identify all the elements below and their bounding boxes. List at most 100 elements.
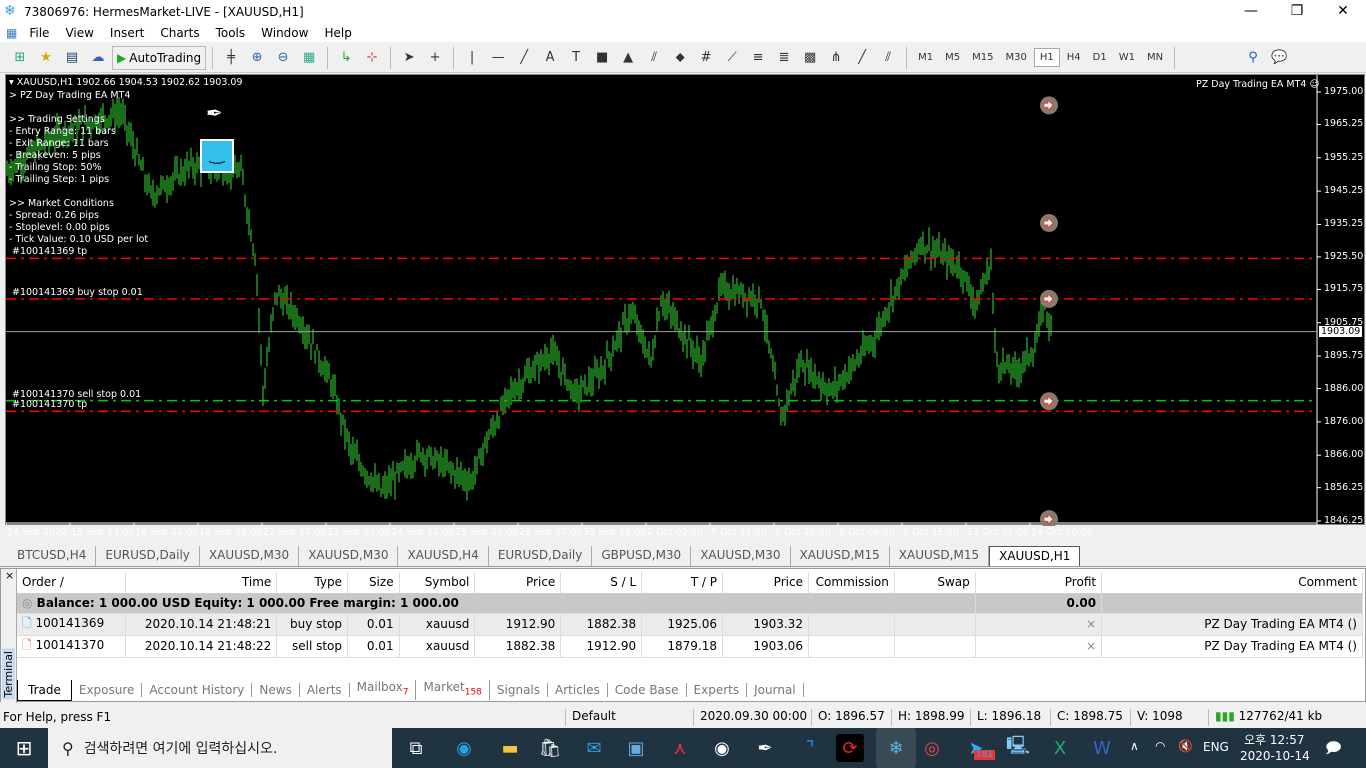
vertical-line-icon[interactable]: | (460, 46, 484, 70)
fibo-fan-icon[interactable]: ⟋ (720, 46, 744, 70)
column-header[interactable]: Commission (808, 572, 895, 594)
terminal-tab[interactable]: Code Base (608, 683, 687, 697)
chart-shift-icon[interactable]: ⊹ (360, 46, 384, 70)
menu-window[interactable]: Window (253, 26, 316, 40)
chart-tab[interactable]: XAUUSD,M30 (691, 546, 791, 566)
chart-tab[interactable]: XAUUSD,H1 (989, 546, 1081, 566)
timeframe-h4[interactable]: H4 (1062, 49, 1086, 66)
column-header[interactable]: Swap (894, 572, 976, 594)
equidistant-channel-icon[interactable]: ⫽ (876, 46, 900, 70)
chart-doc-icon[interactable]: ▦ (0, 26, 21, 40)
profiles-icon[interactable]: ★ (34, 46, 58, 70)
arrows-icon[interactable]: ⬥ (668, 46, 692, 70)
timeframe-w1[interactable]: W1 (1114, 49, 1140, 66)
terminal-tab[interactable]: Articles (548, 683, 608, 697)
chart-tab[interactable]: BTCUSD,H4 (8, 546, 97, 566)
autotrading-button[interactable]: ▶ AutoTrading (112, 45, 207, 70)
terminal-tab[interactable]: Trade (17, 679, 72, 701)
fibo-arcs-icon[interactable]: ≣ (772, 46, 796, 70)
file-explorer-icon[interactable]: ▬ (496, 734, 524, 762)
menu-tools[interactable]: Tools (208, 26, 254, 40)
excel-icon[interactable]: X (1046, 734, 1074, 762)
timeframe-d1[interactable]: D1 (1088, 49, 1112, 66)
chart-tab[interactable]: EURUSD,Daily (489, 546, 593, 566)
app-icon[interactable]: ▣ (622, 734, 650, 762)
column-header[interactable]: Comment (1101, 572, 1363, 594)
app-corner-icon[interactable]: ⌝ (796, 734, 824, 762)
market-watch-icon[interactable]: ▤ (60, 46, 84, 70)
new-chart-icon[interactable]: ⊞ (8, 46, 32, 70)
task-view-icon[interactable]: ⧉ (402, 734, 430, 762)
timeframe-mn[interactable]: MN (1142, 49, 1168, 66)
clock-date[interactable]: 2020-10-14 (1240, 749, 1310, 763)
column-header[interactable]: Price (722, 572, 809, 594)
rectangle-icon[interactable]: ■ (590, 46, 614, 70)
fibo-expansion-icon[interactable]: # (694, 46, 718, 70)
menu-file[interactable]: File (21, 26, 57, 40)
terminal-tab[interactable]: Exposure (72, 683, 143, 697)
zoom-in-icon[interactable]: ⊕ (245, 46, 269, 70)
terminal-tab[interactable]: Experts (687, 683, 748, 697)
timeframe-m30[interactable]: M30 (1000, 49, 1031, 66)
column-header[interactable]: Symbol (399, 572, 476, 594)
word-icon[interactable]: W (1088, 734, 1116, 762)
triangle-icon[interactable]: ▲ (616, 46, 640, 70)
restore-button[interactable]: ❐ (1274, 0, 1320, 24)
terminal-tab[interactable]: News (252, 683, 300, 697)
column-header[interactable]: Size (347, 572, 400, 594)
chart-tab[interactable]: EURUSD,Daily (96, 546, 200, 566)
acrobat-icon[interactable]: ⋏ (666, 734, 694, 762)
menu-charts[interactable]: Charts (152, 26, 207, 40)
auto-scroll-icon[interactable]: ↳ (334, 46, 358, 70)
menu-insert[interactable]: Insert (102, 26, 152, 40)
column-header[interactable]: Order / (17, 572, 126, 594)
menu-view[interactable]: View (57, 26, 101, 40)
metatrader-snowflake-icon[interactable]: ❄ (876, 728, 916, 768)
tile-windows-icon[interactable]: ▦ (297, 46, 321, 70)
notifications-icon[interactable]: 🗩 (1325, 738, 1342, 763)
text-label-icon[interactable]: T (564, 46, 588, 70)
timeframe-m5[interactable]: M5 (940, 49, 965, 66)
price-chart[interactable]: ▾ XAUUSD,H1 1902.66 1904.53 1902.62 1903… (5, 74, 1365, 538)
column-header[interactable]: S / L (560, 572, 643, 594)
volume-muted-icon[interactable]: 🔇 (1178, 739, 1193, 753)
minimize-button[interactable]: — (1228, 0, 1274, 24)
timeframe-m15[interactable]: M15 (967, 49, 998, 66)
clock-time[interactable]: 오후 12:57 (1244, 731, 1304, 748)
taskbar-search[interactable]: ⚲ 검색하려면 여기에 입력하십시오. (48, 728, 392, 768)
close-order-button[interactable]: × (975, 635, 1103, 658)
windows-start-icon[interactable]: ⊞ (10, 734, 38, 762)
column-header[interactable]: Type (276, 572, 349, 594)
order-row[interactable]: 🗋 100141370 2020.10.14 21:48:22 sell stop 0… (17, 635, 1363, 658)
chrome-icon[interactable]: ◎ (918, 734, 946, 762)
cursor-icon[interactable]: ➤ (397, 46, 421, 70)
column-header[interactable]: T / P (641, 572, 724, 594)
crosshair-icon[interactable]: + (423, 46, 447, 70)
chart-tab[interactable]: GBPUSD,M30 (592, 546, 692, 566)
terminal-tab[interactable]: Market158 (416, 680, 490, 700)
chat-icon[interactable]: 💬 (1267, 46, 1291, 70)
mail-icon[interactable]: ✉ (580, 734, 608, 762)
zoom-out-icon[interactable]: ⊖ (271, 46, 295, 70)
andrews-pitchfork-icon[interactable]: ⋔ (824, 46, 848, 70)
cycle-lines-icon[interactable]: ▩ (798, 46, 822, 70)
terminal-close-icon[interactable]: × (5, 569, 14, 582)
red-app-icon[interactable]: ⟳ (836, 734, 864, 762)
terminal-tab[interactable]: Alerts (300, 683, 350, 697)
wifi-icon[interactable]: ◠ (1155, 739, 1165, 753)
timeframe-h1[interactable]: H1 (1033, 48, 1060, 67)
chart-tab[interactable]: XAUUSD,M15 (791, 546, 890, 566)
language-indicator[interactable]: ENG (1203, 740, 1229, 754)
close-order-button[interactable]: × (975, 613, 1103, 636)
chart-tab[interactable]: XAUUSD,M30 (200, 546, 300, 566)
column-header[interactable]: Profit (975, 572, 1103, 594)
computer-icon[interactable]: 🖳 (1004, 734, 1032, 762)
bar-chart-icon[interactable]: ╪ (219, 46, 243, 70)
eye-app-icon[interactable]: ◉ (708, 734, 736, 762)
column-header[interactable]: Price (474, 572, 562, 594)
gann-line-icon[interactable]: ╱ (850, 46, 874, 70)
store-icon[interactable]: 🛍 (536, 734, 564, 762)
chart-tab[interactable]: XAUUSD,M30 (299, 546, 399, 566)
timeframe-m1[interactable]: M1 (913, 49, 938, 66)
horizontal-line-icon[interactable]: — (486, 46, 510, 70)
